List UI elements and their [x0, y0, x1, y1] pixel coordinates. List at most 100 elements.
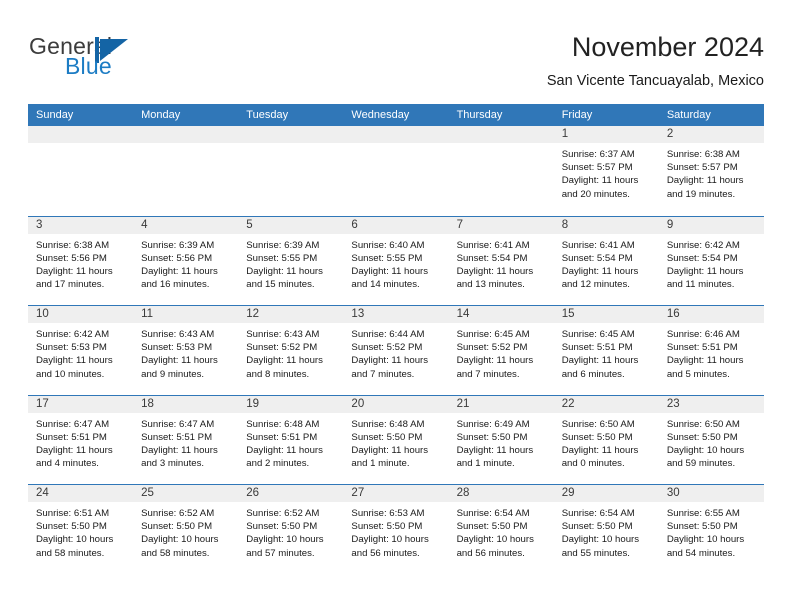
- day-cell[interactable]: 10 Sunrise: 6:42 AM Sunset: 5:53 PM Dayl…: [28, 306, 134, 395]
- day-cell[interactable]: 18 Sunrise: 6:47 AM Sunset: 5:51 PM Dayl…: [133, 395, 239, 484]
- daylight-text: Daylight: 11 hours: [36, 265, 113, 277]
- sunset-text: Sunset: 5:55 PM: [351, 252, 423, 264]
- week-row: 10 Sunrise: 6:42 AM Sunset: 5:53 PM Dayl…: [28, 305, 764, 395]
- sunrise-text: Sunrise: 6:50 AM: [666, 418, 740, 430]
- daylight-text-cont: and 1 minute.: [456, 458, 515, 470]
- daylight-text: Daylight: 11 hours: [351, 444, 429, 456]
- day-number-band: 17: [28, 395, 134, 413]
- sunset-text: Sunset: 5:56 PM: [36, 252, 107, 264]
- day-number-band: 27: [343, 485, 449, 502]
- daylight-text: Daylight: 10 hours: [456, 534, 534, 546]
- day-cell[interactable]: 12 Sunrise: 6:43 AM Sunset: 5:52 PM Dayl…: [238, 306, 344, 395]
- day-details: Sunrise: 6:43 AM Sunset: 5:53 PM Dayligh…: [133, 323, 238, 381]
- sunset-text: Sunset: 5:51 PM: [141, 431, 213, 443]
- daylight-text-cont: and 19 minutes.: [666, 188, 736, 200]
- day-cell[interactable]: 2 Sunrise: 6:38 AM Sunset: 5:57 PM Dayli…: [658, 126, 764, 216]
- day-details: Sunrise: 6:46 AM Sunset: 5:51 PM Dayligh…: [659, 323, 764, 381]
- sunrise-text: Sunrise: 6:45 AM: [561, 329, 635, 340]
- day-details: Sunrise: 6:48 AM Sunset: 5:50 PM Dayligh…: [343, 413, 448, 471]
- day-number-band: [28, 126, 134, 143]
- weekday-header-thursday: Thursday: [456, 109, 503, 121]
- brand-logo[interactable]: General Blue: [29, 33, 209, 83]
- daylight-text: Daylight: 11 hours: [561, 444, 639, 456]
- page-title: November 2024: [571, 32, 764, 62]
- day-cell[interactable]: 21 Sunrise: 6:49 AM Sunset: 5:50 PM Dayl…: [448, 395, 554, 484]
- weekday-header-wednesday: Wednesday: [351, 109, 410, 121]
- daylight-text: Daylight: 10 hours: [36, 534, 114, 546]
- daylight-text: Daylight: 11 hours: [666, 355, 744, 367]
- sunrise-text: Sunrise: 6:42 AM: [36, 329, 110, 340]
- day-cell[interactable]: [133, 126, 239, 216]
- daylight-text-cont: and 58 minutes.: [36, 547, 105, 559]
- day-cell[interactable]: 23 Sunrise: 6:50 AM Sunset: 5:50 PM Dayl…: [658, 395, 764, 484]
- day-details: Sunrise: 6:52 AM Sunset: 5:50 PM Dayligh…: [133, 502, 238, 560]
- sunrise-text: Sunrise: 6:42 AM: [666, 239, 740, 251]
- sunrise-text: Sunrise: 6:50 AM: [561, 418, 635, 430]
- day-cell[interactable]: 20 Sunrise: 6:48 AM Sunset: 5:50 PM Dayl…: [343, 395, 449, 484]
- sunrise-text: Sunrise: 6:43 AM: [246, 329, 320, 340]
- sunrise-text: Sunrise: 6:40 AM: [351, 239, 425, 251]
- day-cell[interactable]: 29 Sunrise: 6:54 AM Sunset: 5:50 PM Dayl…: [553, 485, 659, 574]
- daylight-text-cont: and 9 minutes.: [141, 368, 205, 380]
- day-number-band: 10: [28, 306, 134, 323]
- day-cell[interactable]: 25 Sunrise: 6:52 AM Sunset: 5:50 PM Dayl…: [133, 485, 239, 574]
- daylight-text: Daylight: 11 hours: [456, 444, 534, 456]
- daylight-text: Daylight: 11 hours: [246, 444, 323, 456]
- sunset-text: Sunset: 5:50 PM: [456, 521, 528, 533]
- day-cell[interactable]: 3 Sunrise: 6:38 AM Sunset: 5:56 PM Dayli…: [28, 216, 134, 305]
- sunrise-text: Sunrise: 6:39 AM: [141, 239, 215, 251]
- sunset-text: Sunset: 5:50 PM: [456, 431, 528, 443]
- day-cell[interactable]: 14 Sunrise: 6:45 AM Sunset: 5:52 PM Dayl…: [448, 306, 554, 395]
- day-cell[interactable]: 17 Sunrise: 6:47 AM Sunset: 5:51 PM Dayl…: [28, 395, 134, 484]
- day-cell[interactable]: 11 Sunrise: 6:43 AM Sunset: 5:53 PM Dayl…: [133, 306, 239, 395]
- sunrise-text: Sunrise: 6:52 AM: [246, 508, 320, 519]
- daylight-text: Daylight: 11 hours: [141, 355, 218, 367]
- day-cell[interactable]: 7 Sunrise: 6:41 AM Sunset: 5:54 PM Dayli…: [448, 216, 554, 305]
- day-cell[interactable]: 27 Sunrise: 6:53 AM Sunset: 5:50 PM Dayl…: [343, 485, 449, 574]
- daylight-text: Daylight: 11 hours: [561, 355, 639, 367]
- daylight-text-cont: and 2 minutes.: [246, 458, 310, 470]
- daylight-text-cont: and 55 minutes.: [561, 547, 630, 559]
- day-cell[interactable]: 24 Sunrise: 6:51 AM Sunset: 5:50 PM Dayl…: [28, 485, 134, 574]
- day-cell[interactable]: 16 Sunrise: 6:46 AM Sunset: 5:51 PM Dayl…: [658, 306, 764, 395]
- calendar-grid: Sunday Monday Tuesday Wednesday Thursday…: [28, 104, 764, 574]
- day-cell[interactable]: 30 Sunrise: 6:55 AM Sunset: 5:50 PM Dayl…: [658, 485, 764, 574]
- day-cell[interactable]: 15 Sunrise: 6:45 AM Sunset: 5:51 PM Dayl…: [553, 306, 659, 395]
- day-cell[interactable]: 4 Sunrise: 6:39 AM Sunset: 5:56 PM Dayli…: [133, 216, 239, 305]
- day-number-band: 1: [553, 126, 659, 143]
- daylight-text-cont: and 11 minutes.: [666, 279, 735, 291]
- day-number: 14: [456, 308, 470, 320]
- day-cell[interactable]: 5 Sunrise: 6:39 AM Sunset: 5:55 PM Dayli…: [238, 216, 344, 305]
- day-number: 4: [141, 218, 148, 231]
- sunrise-text: Sunrise: 6:38 AM: [36, 239, 110, 251]
- daylight-text-cont: and 57 minutes.: [246, 547, 315, 559]
- day-cell[interactable]: [448, 126, 554, 216]
- daylight-text: Daylight: 11 hours: [666, 265, 744, 277]
- weekday-header-saturday: Saturday: [666, 109, 711, 121]
- day-number: 17: [36, 397, 49, 410]
- day-cell[interactable]: 22 Sunrise: 6:50 AM Sunset: 5:50 PM Dayl…: [553, 395, 659, 484]
- day-cell[interactable]: 19 Sunrise: 6:48 AM Sunset: 5:51 PM Dayl…: [238, 395, 344, 484]
- day-details: [449, 143, 554, 148]
- day-number: 7: [456, 218, 463, 231]
- day-number: 18: [141, 397, 154, 410]
- sunset-text: Sunset: 5:56 PM: [141, 252, 213, 264]
- sunrise-text: Sunrise: 6:48 AM: [351, 418, 425, 430]
- day-cell[interactable]: [28, 126, 134, 216]
- sunset-text: Sunset: 5:52 PM: [351, 342, 423, 354]
- day-number-band: 18: [133, 395, 239, 413]
- day-cell[interactable]: 1 Sunrise: 6:37 AM Sunset: 5:57 PM Dayli…: [553, 126, 659, 216]
- daylight-text-cont: and 7 minutes.: [456, 368, 520, 380]
- day-cell[interactable]: [238, 126, 344, 216]
- sunset-text: Sunset: 5:50 PM: [141, 521, 213, 533]
- day-details: Sunrise: 6:39 AM Sunset: 5:55 PM Dayligh…: [238, 234, 343, 292]
- day-cell[interactable]: 6 Sunrise: 6:40 AM Sunset: 5:55 PM Dayli…: [343, 216, 449, 305]
- day-cell[interactable]: 28 Sunrise: 6:54 AM Sunset: 5:50 PM Dayl…: [448, 485, 554, 574]
- day-cell[interactable]: [343, 126, 449, 216]
- daylight-text-cont: and 20 minutes.: [561, 188, 630, 200]
- day-cell[interactable]: 13 Sunrise: 6:44 AM Sunset: 5:52 PM Dayl…: [343, 306, 449, 395]
- day-cell[interactable]: 26 Sunrise: 6:52 AM Sunset: 5:50 PM Dayl…: [238, 485, 344, 574]
- day-cell[interactable]: 9 Sunrise: 6:42 AM Sunset: 5:54 PM Dayli…: [658, 216, 764, 305]
- day-cell[interactable]: 8 Sunrise: 6:41 AM Sunset: 5:54 PM Dayli…: [553, 216, 659, 305]
- day-number: 6: [351, 218, 358, 231]
